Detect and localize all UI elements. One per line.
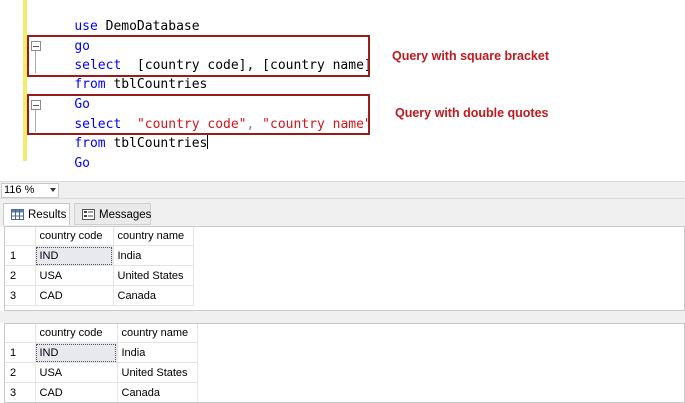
results-table: country code country name 1 IND India 2 …: [5, 324, 198, 402]
table-cell[interactable]: CAD: [35, 285, 114, 306]
table-cell[interactable]: United States: [113, 265, 194, 286]
grid-separator: [0, 311, 685, 323]
table-row[interactable]: 2 USA United States: [5, 265, 194, 286]
table-cell[interactable]: India: [117, 342, 198, 363]
row-number[interactable]: 1: [5, 342, 36, 363]
table-row[interactable]: 1 IND India: [5, 342, 198, 363]
table-row[interactable]: 1 IND India: [5, 245, 194, 266]
code-text: tblCountries: [105, 77, 208, 92]
chevron-down-icon: [50, 188, 56, 192]
tab-messages[interactable]: Messages: [74, 203, 151, 225]
keyword: Go: [74, 156, 90, 171]
tab-results-label: Results: [28, 209, 67, 221]
row-number[interactable]: 3: [5, 285, 36, 306]
table-row[interactable]: 3 CAD Canada: [5, 382, 198, 402]
row-number-header[interactable]: [5, 324, 36, 343]
grid-icon: [11, 209, 24, 220]
annotation-square-bracket: Query with square bracket: [392, 49, 550, 63]
highlight-box-double-quotes: [27, 94, 370, 135]
annotation-double-quotes: Query with double quotes: [395, 106, 549, 120]
text-caret: [207, 134, 209, 149]
column-header[interactable]: country name: [113, 227, 194, 246]
code-text: tblCountries: [105, 136, 208, 151]
table-row[interactable]: 3 CAD Canada: [5, 285, 194, 306]
column-header[interactable]: country name: [117, 324, 198, 343]
row-number[interactable]: 3: [5, 382, 36, 402]
messages-icon: [82, 209, 95, 220]
tab-results[interactable]: Results: [3, 203, 70, 225]
row-number[interactable]: 2: [5, 362, 36, 383]
table-cell[interactable]: Canada: [113, 285, 194, 306]
results-tab-strip: Results Messages: [0, 199, 685, 227]
zoom-value: 116 %: [4, 184, 35, 196]
change-margin-bar: [23, 0, 27, 161]
table-cell[interactable]: Canada: [117, 382, 198, 402]
results-grid-2[interactable]: country code country name 1 IND India 2 …: [4, 323, 685, 403]
code-text: DemoDatabase: [97, 19, 200, 34]
column-header[interactable]: country code: [35, 324, 118, 343]
table-header-row: country code country name: [5, 227, 194, 246]
table-cell[interactable]: USA: [35, 265, 114, 286]
table-header-row: country code country name: [5, 324, 198, 343]
table-cell[interactable]: IND: [35, 342, 118, 363]
code-line-1[interactable]: use DemoDatabase: [43, 0, 199, 34]
query-editor[interactable]: use DemoDatabase go select [country code…: [0, 0, 685, 181]
highlight-box-square-bracket: [27, 35, 370, 77]
results-grid-1[interactable]: country code country name 1 IND India 2 …: [4, 226, 685, 311]
results-table: country code country name 1 IND India 2 …: [5, 227, 194, 306]
table-cell[interactable]: India: [113, 245, 194, 266]
column-header[interactable]: country code: [35, 227, 114, 246]
table-cell[interactable]: USA: [35, 362, 118, 383]
row-number[interactable]: 2: [5, 265, 36, 286]
code-line-8[interactable]: Go: [43, 134, 90, 171]
code-line-2[interactable]: go: [43, 17, 90, 54]
table-row[interactable]: 2 USA United States: [5, 362, 198, 383]
table-cell[interactable]: IND: [35, 245, 114, 266]
row-number-header[interactable]: [5, 227, 36, 246]
table-cell[interactable]: United States: [117, 362, 198, 383]
code-line-5[interactable]: Go: [43, 75, 90, 112]
row-number[interactable]: 1: [5, 245, 36, 266]
zoom-dropdown[interactable]: 116 %: [1, 183, 59, 198]
zoom-bar: 116 %: [0, 181, 685, 199]
tab-messages-label: Messages: [99, 209, 152, 221]
table-cell[interactable]: CAD: [35, 382, 118, 402]
